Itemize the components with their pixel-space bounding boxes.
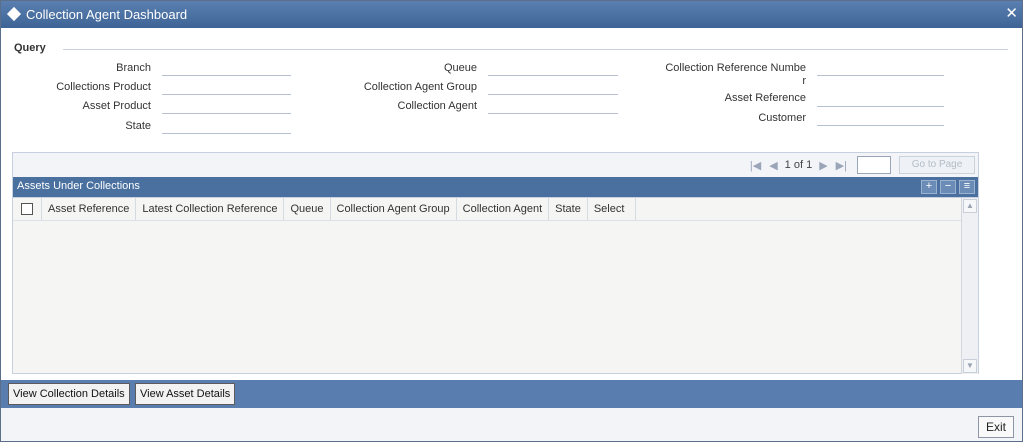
state-input[interactable] — [162, 133, 291, 134]
next-page-icon[interactable]: ▶ — [819, 159, 827, 172]
header-divider — [13, 220, 961, 221]
collection-agent-group-input[interactable] — [488, 94, 618, 95]
collection-agent-label: Collection Agent — [397, 100, 478, 112]
main-content: Query Branch Collections Product Asset P… — [1, 28, 1022, 380]
collection-agent-input[interactable] — [488, 113, 618, 114]
action-bar: View Collection Details View Asset Detai… — [1, 380, 1022, 408]
select-all-checkbox[interactable] — [21, 203, 33, 216]
go-to-page-button[interactable]: Go to Page — [899, 156, 975, 174]
column-select[interactable]: Select — [588, 198, 636, 220]
collections-product-input[interactable] — [162, 94, 291, 95]
asset-product-input[interactable] — [162, 113, 291, 114]
query-legend: Query — [14, 42, 46, 54]
results-panel: |◀ ◀ 1 of 1 ▶ ▶| Go to Page Assets Under… — [12, 152, 979, 374]
column-state[interactable]: State — [549, 198, 588, 220]
grid-title: Assets Under Collections — [17, 180, 140, 192]
prev-page-icon[interactable]: ◀ — [769, 159, 777, 172]
asset-reference-input[interactable] — [817, 106, 944, 107]
view-collection-details-button[interactable]: View Collection Details — [8, 383, 130, 405]
dashboard-window: Collection Agent Dashboard ✕ Query Branc… — [0, 0, 1023, 442]
query-divider — [63, 49, 1008, 50]
state-label: State — [125, 120, 151, 132]
queue-label: Queue — [443, 62, 477, 74]
footer: Exit — [1, 408, 1022, 441]
add-row-icon[interactable]: + — [921, 180, 937, 194]
column-asset-reference[interactable]: Asset Reference — [42, 198, 137, 220]
grid-column-headers: Asset Reference Latest Collection Refere… — [13, 198, 636, 220]
window-title: Collection Agent Dashboard — [26, 7, 188, 22]
collection-reference-label-wrap: r — [802, 75, 806, 87]
delete-row-icon[interactable]: − — [940, 180, 956, 194]
first-page-icon[interactable]: |◀ — [750, 159, 761, 172]
scroll-up-icon[interactable]: ▲ — [963, 199, 977, 213]
pagination-bar: |◀ ◀ 1 of 1 ▶ ▶| Go to Page — [746, 156, 975, 174]
page-indicator: 1 of 1 — [784, 159, 813, 171]
asset-product-label: Asset Product — [82, 100, 151, 112]
vertical-scrollbar[interactable]: ▲ ▼ — [961, 198, 978, 374]
collection-reference-label: Collection Reference Numbe — [665, 62, 806, 74]
collections-product-label: Collections Product — [56, 81, 151, 93]
column-collection-agent-group[interactable]: Collection Agent Group — [331, 198, 457, 220]
view-asset-details-button[interactable]: View Asset Details — [135, 383, 236, 405]
grid-body: Asset Reference Latest Collection Refere… — [13, 197, 978, 374]
column-collection-agent[interactable]: Collection Agent — [457, 198, 550, 220]
title-bar: Collection Agent Dashboard ✕ — [1, 1, 1022, 28]
branch-label: Branch — [116, 62, 151, 74]
exit-button[interactable]: Exit — [978, 416, 1014, 438]
customer-label: Customer — [758, 112, 806, 124]
customer-input[interactable] — [817, 125, 944, 126]
scroll-down-icon[interactable]: ▼ — [963, 359, 977, 373]
page-number-input[interactable] — [857, 156, 891, 174]
grid-header: Assets Under Collections + − ≡ — [13, 177, 978, 197]
queue-input[interactable] — [488, 75, 618, 76]
view-row-icon[interactable]: ≡ — [959, 180, 975, 194]
close-icon[interactable]: ✕ — [1005, 4, 1018, 22]
select-all-cell — [13, 198, 42, 220]
collection-agent-group-label: Collection Agent Group — [363, 81, 477, 93]
last-page-icon[interactable]: ▶| — [836, 159, 847, 172]
diamond-icon — [6, 6, 22, 22]
branch-input[interactable] — [162, 75, 291, 76]
column-latest-collection-reference[interactable]: Latest Collection Reference — [136, 198, 285, 220]
collection-reference-input[interactable] — [817, 75, 944, 76]
column-queue[interactable]: Queue — [284, 198, 331, 220]
asset-reference-label: Asset Reference — [724, 92, 806, 104]
